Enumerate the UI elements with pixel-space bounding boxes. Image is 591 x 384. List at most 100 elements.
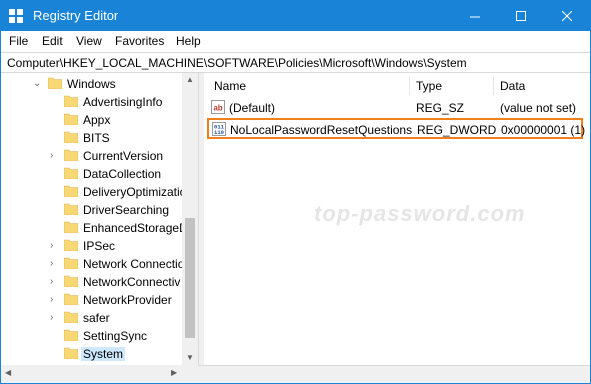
title-bar[interactable]: Registry Editor xyxy=(1,1,590,31)
watermark: top-password.com xyxy=(314,201,526,226)
chevron-right-icon[interactable]: › xyxy=(50,240,53,251)
scroll-up-arrow-icon[interactable]: ▲ xyxy=(182,73,198,87)
folder-icon xyxy=(64,257,78,269)
svg-text:110: 110 xyxy=(214,129,224,136)
tree-item[interactable]: › IPSec xyxy=(1,237,181,255)
tree-item[interactable]: › Network Connectio xyxy=(1,255,185,273)
address-path[interactable]: Computer\HKEY_LOCAL_MACHINE\SOFTWARE\Pol… xyxy=(7,56,467,70)
dword-value-icon: 011 110 xyxy=(212,122,226,136)
folder-icon xyxy=(64,239,78,251)
minimize-icon xyxy=(469,16,480,17)
value-name: (Default) xyxy=(229,101,276,115)
column-header-type[interactable]: Type xyxy=(416,79,442,93)
folder-icon xyxy=(64,149,78,161)
folder-icon xyxy=(64,113,78,125)
tree-item[interactable]: › CurrentVersion xyxy=(1,147,181,165)
chevron-right-icon[interactable]: › xyxy=(50,276,53,287)
tree-item[interactable]: › NetworkConnectiv xyxy=(1,273,181,291)
folder-icon xyxy=(64,329,78,341)
tree-item-label: safer xyxy=(83,311,110,325)
column-header-name[interactable]: Name xyxy=(214,79,246,93)
chevron-down-icon[interactable]: ⌄ xyxy=(33,78,41,89)
chevron-right-icon[interactable]: › xyxy=(50,150,53,161)
chevron-right-icon[interactable]: › xyxy=(50,312,53,323)
minimize-button[interactable] xyxy=(452,1,498,31)
tree-item-windows[interactable]: ⌄ Windows xyxy=(1,75,181,93)
tree-item-label: NetworkConnectiv xyxy=(83,275,181,289)
column-divider[interactable] xyxy=(409,77,410,95)
tree-item[interactable]: AdvertisingInfo xyxy=(1,93,181,111)
tree-item[interactable]: DeliveryOptimizatio xyxy=(1,183,186,201)
value-type: REG_DWORD xyxy=(417,123,497,137)
tree-item-label: NetworkProvider xyxy=(83,293,172,307)
tree-item[interactable]: EnhancedStorageD xyxy=(1,219,188,237)
folder-icon xyxy=(64,347,78,359)
menu-edit[interactable]: Edit xyxy=(42,34,63,48)
chevron-right-icon[interactable]: › xyxy=(50,294,53,305)
folder-icon xyxy=(64,185,78,197)
window-title: Registry Editor xyxy=(33,8,119,23)
registry-editor-window: Registry Editor File Edit View Favorites… xyxy=(0,0,591,384)
column-divider[interactable] xyxy=(493,77,494,95)
tree-item-label: DriverSearching xyxy=(83,203,170,217)
scroll-down-arrow-icon[interactable]: ▼ xyxy=(182,351,198,365)
tree-item-label: Network Connectio xyxy=(83,257,185,271)
scrollbar-thumb[interactable] xyxy=(185,218,195,338)
tree-item[interactable]: Appx xyxy=(1,111,181,129)
string-value-icon: ab xyxy=(211,100,225,114)
registry-editor-app-icon xyxy=(9,9,23,23)
menu-file[interactable]: File xyxy=(9,34,28,48)
tree-item-label: Appx xyxy=(83,113,111,127)
folder-icon xyxy=(64,311,78,323)
tree-horizontal-scrollbar[interactable]: ◀ ▶ xyxy=(1,365,198,383)
close-button[interactable] xyxy=(544,1,590,31)
folder-icon xyxy=(64,275,78,287)
svg-text:ab: ab xyxy=(213,104,222,113)
tree-item[interactable]: DataCollection xyxy=(1,165,181,183)
value-name: NoLocalPasswordResetQuestions xyxy=(230,123,413,137)
values-list: Name Type Data ab (Default) REG_SZ (valu… xyxy=(204,73,590,365)
column-header-data[interactable]: Data xyxy=(500,79,525,93)
close-icon xyxy=(561,10,572,21)
tree-item[interactable]: DriverSearching xyxy=(1,201,181,219)
tree-item[interactable]: › safer xyxy=(1,309,181,327)
address-bar[interactable]: Computer\HKEY_LOCAL_MACHINE\SOFTWARE\Pol… xyxy=(1,52,590,73)
tree-item-label: Windows xyxy=(67,77,116,91)
folder-icon xyxy=(64,221,78,233)
value-type: REG_SZ xyxy=(416,101,465,115)
tree-item-label: BITS xyxy=(83,131,110,145)
folder-icon xyxy=(64,203,78,215)
menu-bar: File Edit View Favorites Help xyxy=(1,31,590,52)
scroll-right-arrow-icon[interactable]: ▶ xyxy=(171,368,177,377)
value-row-nolocalpasswordresetquestions[interactable]: 011 110 NoLocalPasswordResetQuestions RE… xyxy=(207,118,586,139)
menu-favorites[interactable]: Favorites xyxy=(115,34,164,48)
folder-icon xyxy=(64,167,78,179)
tree-vertical-scrollbar[interactable]: ▲ ▼ xyxy=(182,73,198,365)
maximize-icon xyxy=(515,10,526,21)
tree-item[interactable]: BITS xyxy=(1,129,181,147)
tree-item-label: DeliveryOptimizatio xyxy=(83,185,187,199)
tree-item-label: IPSec xyxy=(83,239,116,253)
scroll-left-arrow-icon[interactable]: ◀ xyxy=(5,368,11,377)
tree-item-label: System xyxy=(81,347,126,361)
tree-item-label: EnhancedStorageD xyxy=(83,221,188,235)
tree-item[interactable]: System xyxy=(1,345,181,363)
value-data: (value not set) xyxy=(500,101,577,115)
value-row-default[interactable]: ab (Default) REG_SZ (value not set) xyxy=(204,99,584,117)
tree-item-label: CurrentVersion xyxy=(83,149,164,163)
maximize-button[interactable] xyxy=(498,1,544,31)
folder-icon xyxy=(64,95,78,107)
key-tree: ⌄ Windows AdvertisingInfo Appx BITS › Curren… xyxy=(1,73,198,365)
tree-item[interactable]: SettingSync xyxy=(1,327,181,345)
value-data: 0x00000001 (1) xyxy=(501,123,586,137)
tree-item-label: DataCollection xyxy=(83,167,162,181)
chevron-right-icon[interactable]: › xyxy=(50,258,53,269)
menu-view[interactable]: View xyxy=(76,34,102,48)
tree-item-label: AdvertisingInfo xyxy=(83,95,163,109)
folder-icon xyxy=(48,77,62,89)
folder-icon xyxy=(64,293,78,305)
folder-icon xyxy=(64,131,78,143)
menu-help[interactable]: Help xyxy=(176,34,201,48)
tree-item[interactable]: › NetworkProvider xyxy=(1,291,181,309)
tree-item-label: SettingSync xyxy=(83,329,148,343)
